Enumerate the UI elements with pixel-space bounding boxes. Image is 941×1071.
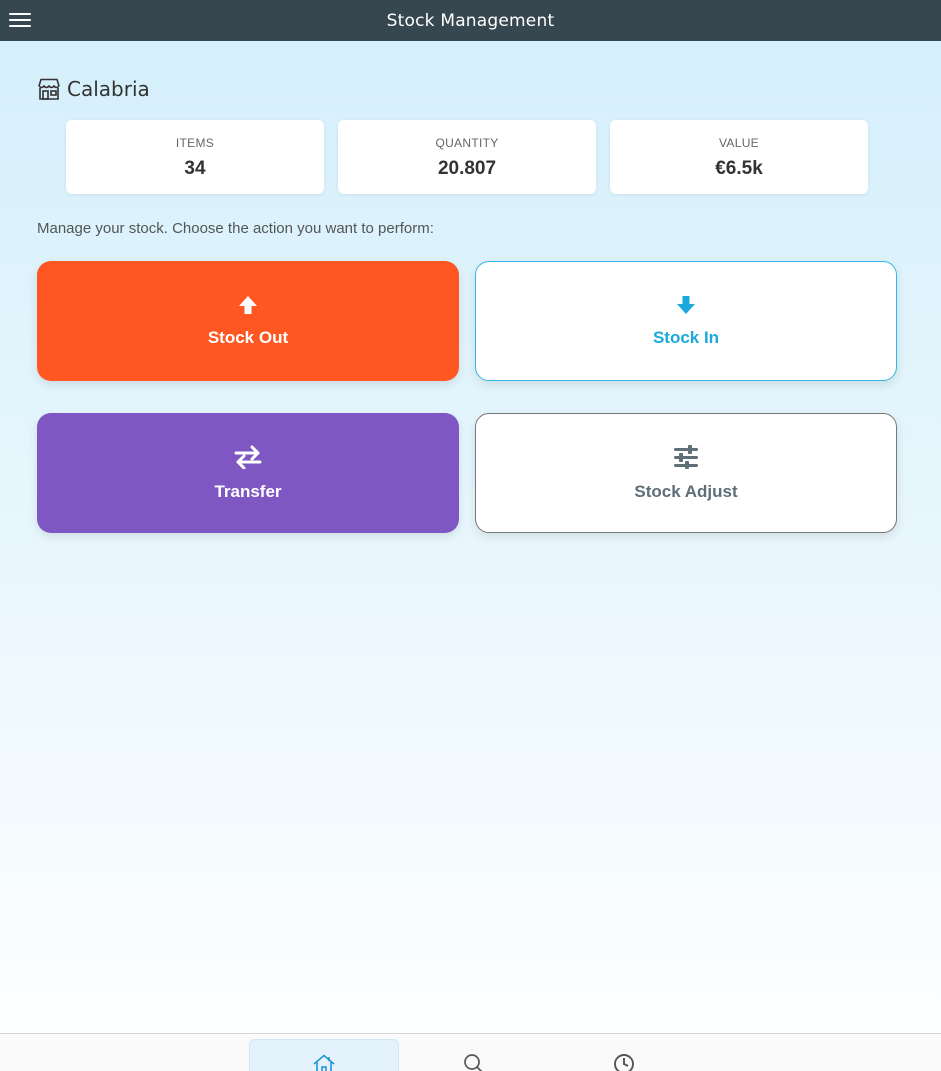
store-header: Calabria bbox=[37, 76, 150, 102]
stock-out-label: Stock Out bbox=[207, 327, 289, 347]
stat-card-items: ITEMS 34 bbox=[66, 120, 324, 194]
stat-label: ITEMS bbox=[175, 136, 215, 150]
transfer-label: Transfer bbox=[214, 481, 282, 501]
stock-adjust-button[interactable]: Stock Adjust bbox=[475, 413, 897, 533]
stock-out-button[interactable]: Stock Out bbox=[37, 261, 459, 381]
nav-search-button[interactable] bbox=[399, 1039, 549, 1071]
store-icon bbox=[37, 78, 61, 100]
stat-value: 34 bbox=[184, 158, 206, 179]
app-title: Stock Management bbox=[386, 10, 555, 31]
bottom-navigation bbox=[0, 1033, 941, 1071]
stock-in-label: Stock In bbox=[652, 327, 720, 347]
stat-card-quantity: QUANTITY 20.807 bbox=[338, 120, 596, 194]
arrow-up-icon bbox=[238, 295, 258, 320]
top-app-bar: Stock Management bbox=[0, 0, 941, 41]
stat-card-value: VALUE €6.5k bbox=[610, 120, 868, 194]
stat-value: 20.807 bbox=[437, 158, 497, 179]
stock-adjust-label: Stock Adjust bbox=[634, 481, 738, 501]
store-name: Calabria bbox=[67, 77, 150, 101]
sliders-icon bbox=[673, 444, 699, 474]
nav-home-button[interactable] bbox=[249, 1039, 399, 1071]
search-icon bbox=[463, 1053, 485, 1071]
clock-icon bbox=[613, 1053, 635, 1071]
transfer-icon bbox=[234, 445, 262, 474]
instructions-text: Manage your stock. Choose the action you… bbox=[37, 220, 434, 237]
stat-value: €6.5k bbox=[715, 158, 763, 179]
nav-history-button[interactable] bbox=[549, 1039, 699, 1071]
stat-label: VALUE bbox=[719, 136, 759, 150]
transfer-button[interactable]: Transfer bbox=[37, 413, 459, 533]
hamburger-menu-icon[interactable] bbox=[9, 10, 31, 30]
home-icon bbox=[312, 1054, 336, 1071]
stock-in-button[interactable]: Stock In bbox=[475, 261, 897, 381]
arrow-down-icon bbox=[676, 295, 696, 320]
stat-label: QUANTITY bbox=[435, 136, 499, 150]
